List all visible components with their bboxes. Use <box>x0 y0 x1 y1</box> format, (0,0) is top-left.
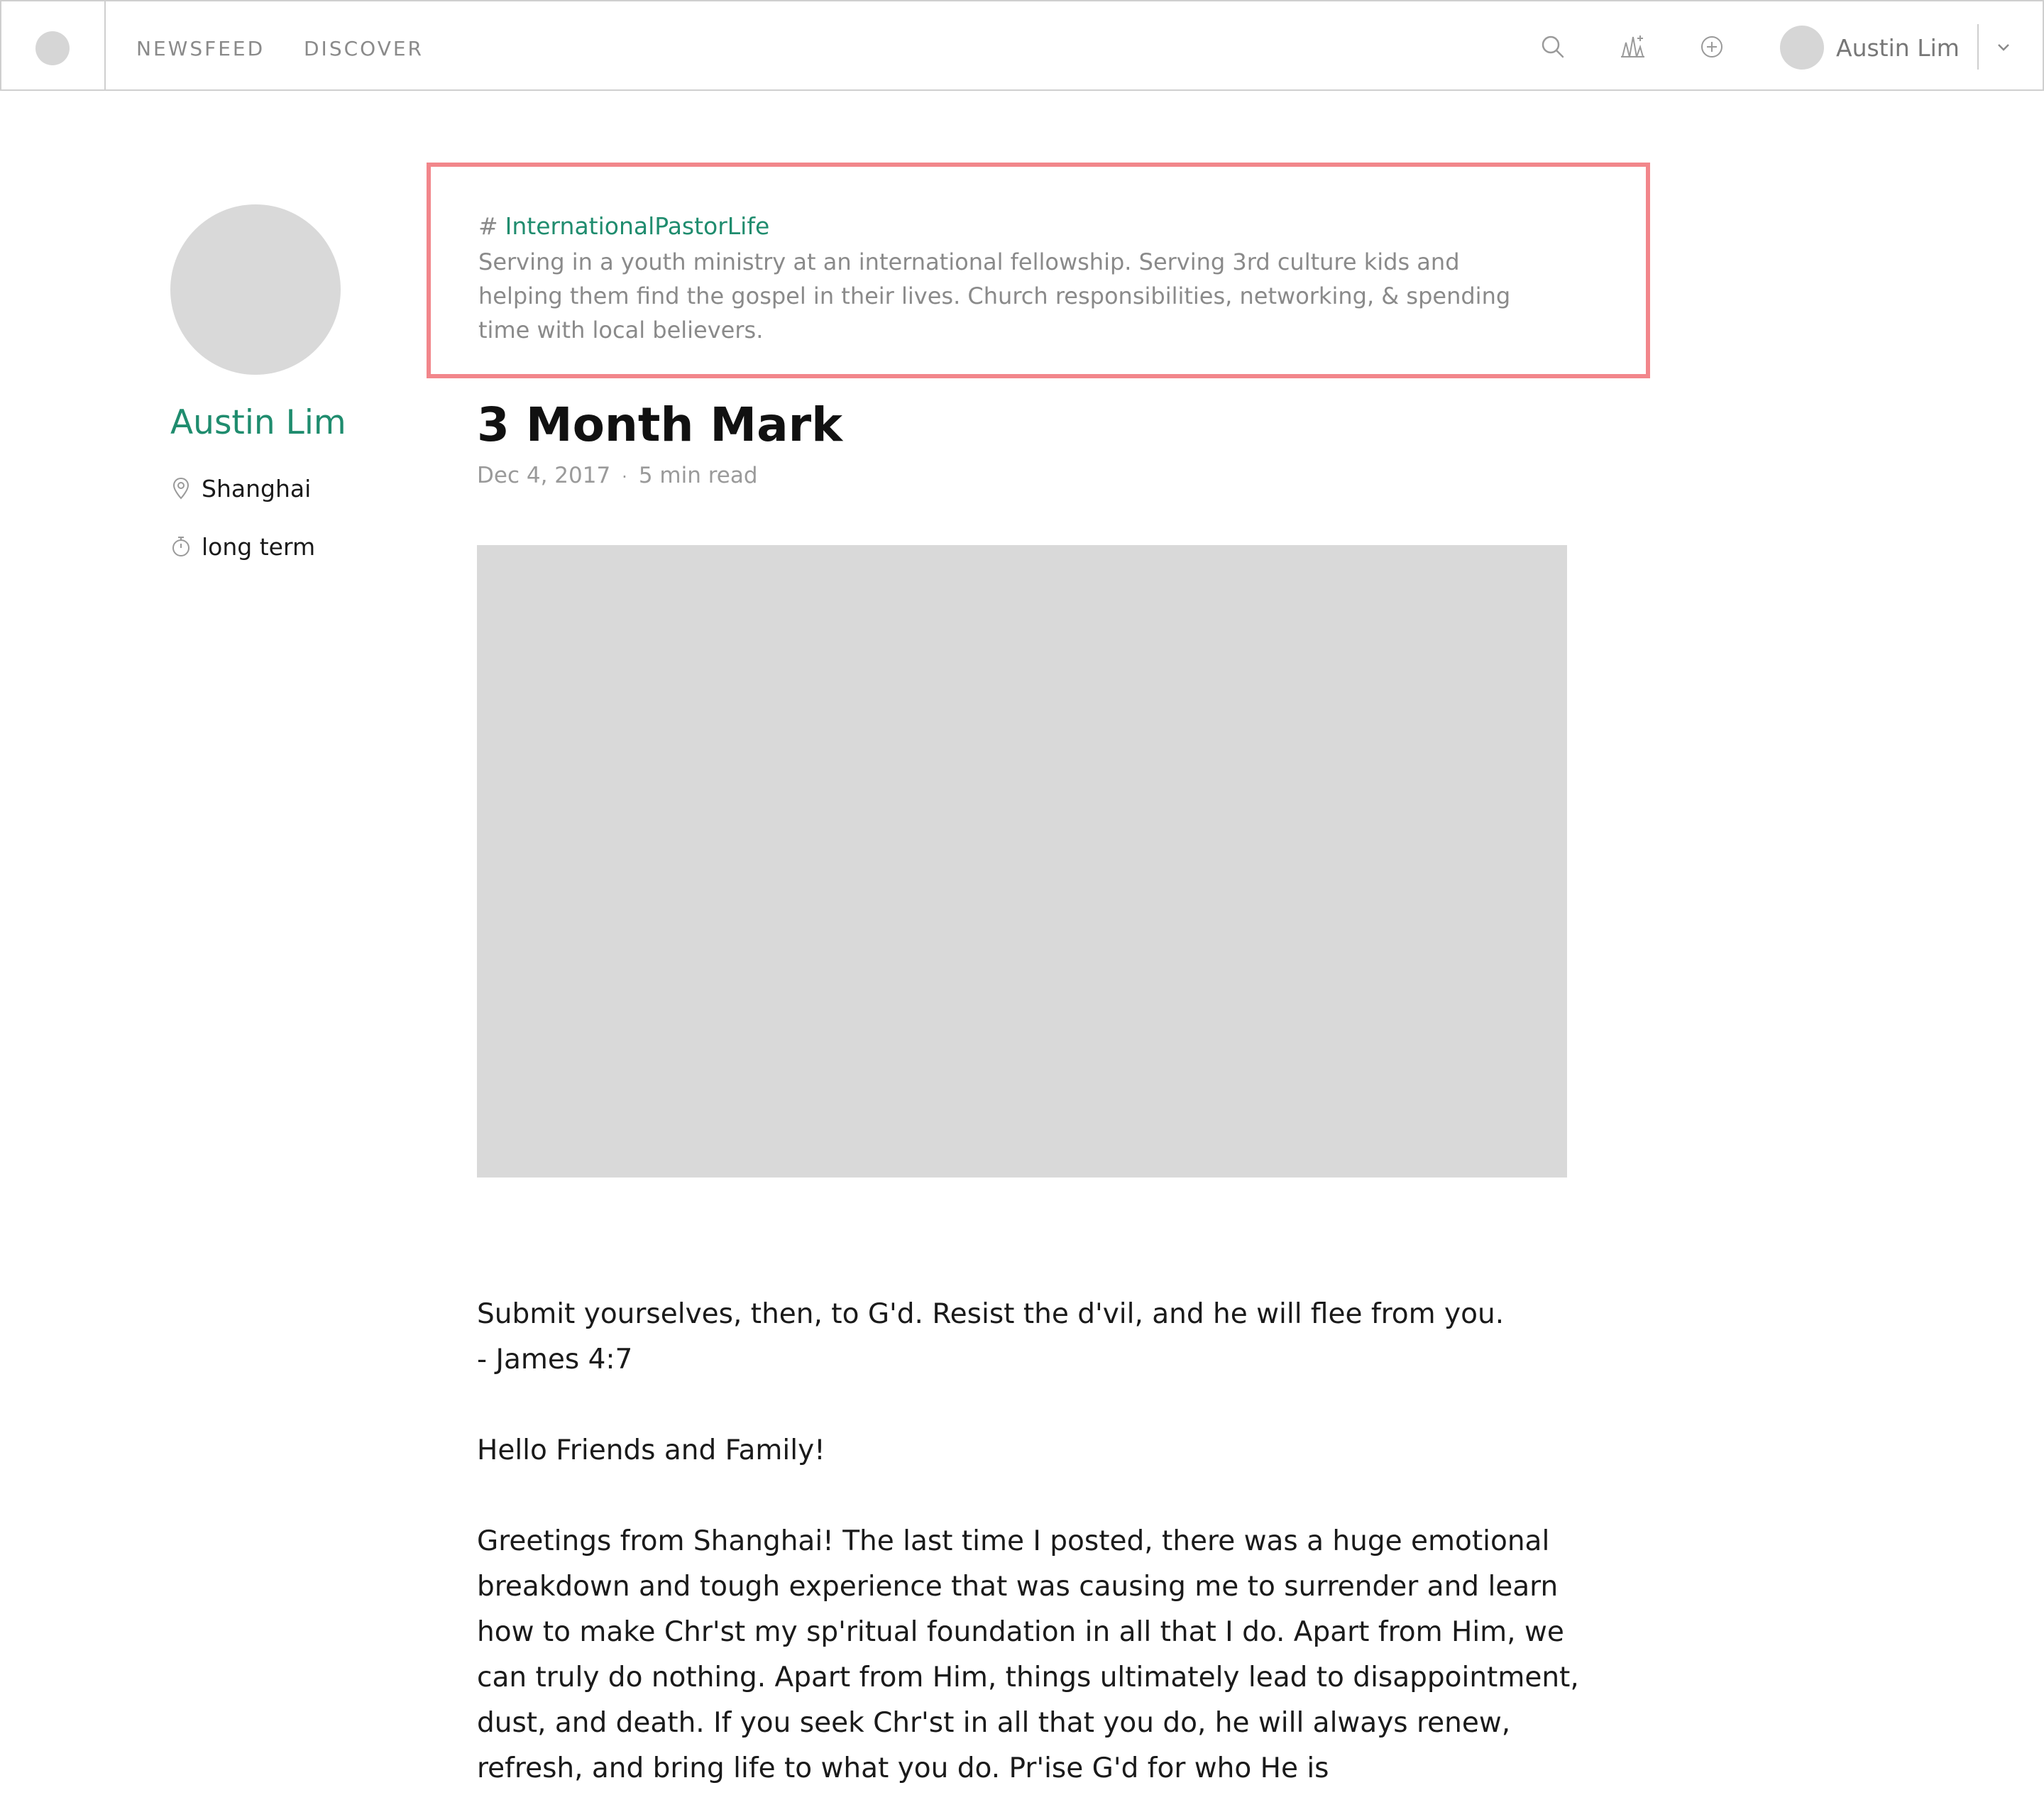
article-body: Submit yourselves, then, to G'd. Resist … <box>477 1292 1584 1791</box>
bible-verse-reference: - James 4:7 <box>477 1344 633 1376</box>
topic-card: # InternationalPastorLife Serving in a yo… <box>427 163 1650 378</box>
article-hero-image <box>477 545 1567 1178</box>
user-menu-name[interactable]: Austin Lim <box>1836 34 1960 62</box>
article-meta: Dec 4, 2017 · 5 min read <box>477 463 758 488</box>
article-greeting: Hello Friends and Family! <box>477 1434 825 1466</box>
stats-icon[interactable] <box>1618 33 1647 61</box>
topic-tag-row: # InternationalPastorLife <box>478 212 769 240</box>
divider <box>1977 24 1979 70</box>
user-avatar[interactable] <box>1780 26 1824 70</box>
profile-term: long term <box>170 532 315 561</box>
brand-cell <box>1 1 106 89</box>
article-paragraph: Greetings from Shanghai! The last time I… <box>477 1525 1579 1784</box>
brand-logo[interactable] <box>35 31 70 65</box>
location-text: Shanghai <box>202 474 312 503</box>
hashtag-icon: # <box>478 212 498 240</box>
meta-separator: · <box>622 467 627 487</box>
bible-verse: Submit yourselves, then, to G'd. Resist … <box>477 1298 1505 1330</box>
add-circle-icon[interactable] <box>1698 33 1726 61</box>
profile-avatar[interactable] <box>170 204 341 375</box>
location-pin-icon <box>170 476 192 500</box>
stopwatch-icon <box>170 534 192 559</box>
article-date: Dec 4, 2017 <box>477 463 611 488</box>
article-read-time: 5 min read <box>638 463 758 488</box>
search-icon[interactable] <box>1539 33 1567 61</box>
topic-description: Serving in a youth ministry at an intern… <box>478 248 1511 344</box>
nav-newsfeed[interactable]: NEWSFEED <box>136 37 265 60</box>
article-title: 3 Month Mark <box>477 397 843 452</box>
nav-discover[interactable]: DISCOVER <box>304 37 424 60</box>
term-text: long term <box>202 532 316 561</box>
profile-location: Shanghai <box>170 474 311 503</box>
chevron-down-icon[interactable] <box>1993 38 2014 57</box>
profile-name[interactable]: Austin Lim <box>170 403 346 442</box>
top-navigation-bar: NEWSFEED DISCOVER Austin Lim <box>0 0 2044 91</box>
topic-tag-link[interactable]: InternationalPastorLife <box>505 212 770 240</box>
